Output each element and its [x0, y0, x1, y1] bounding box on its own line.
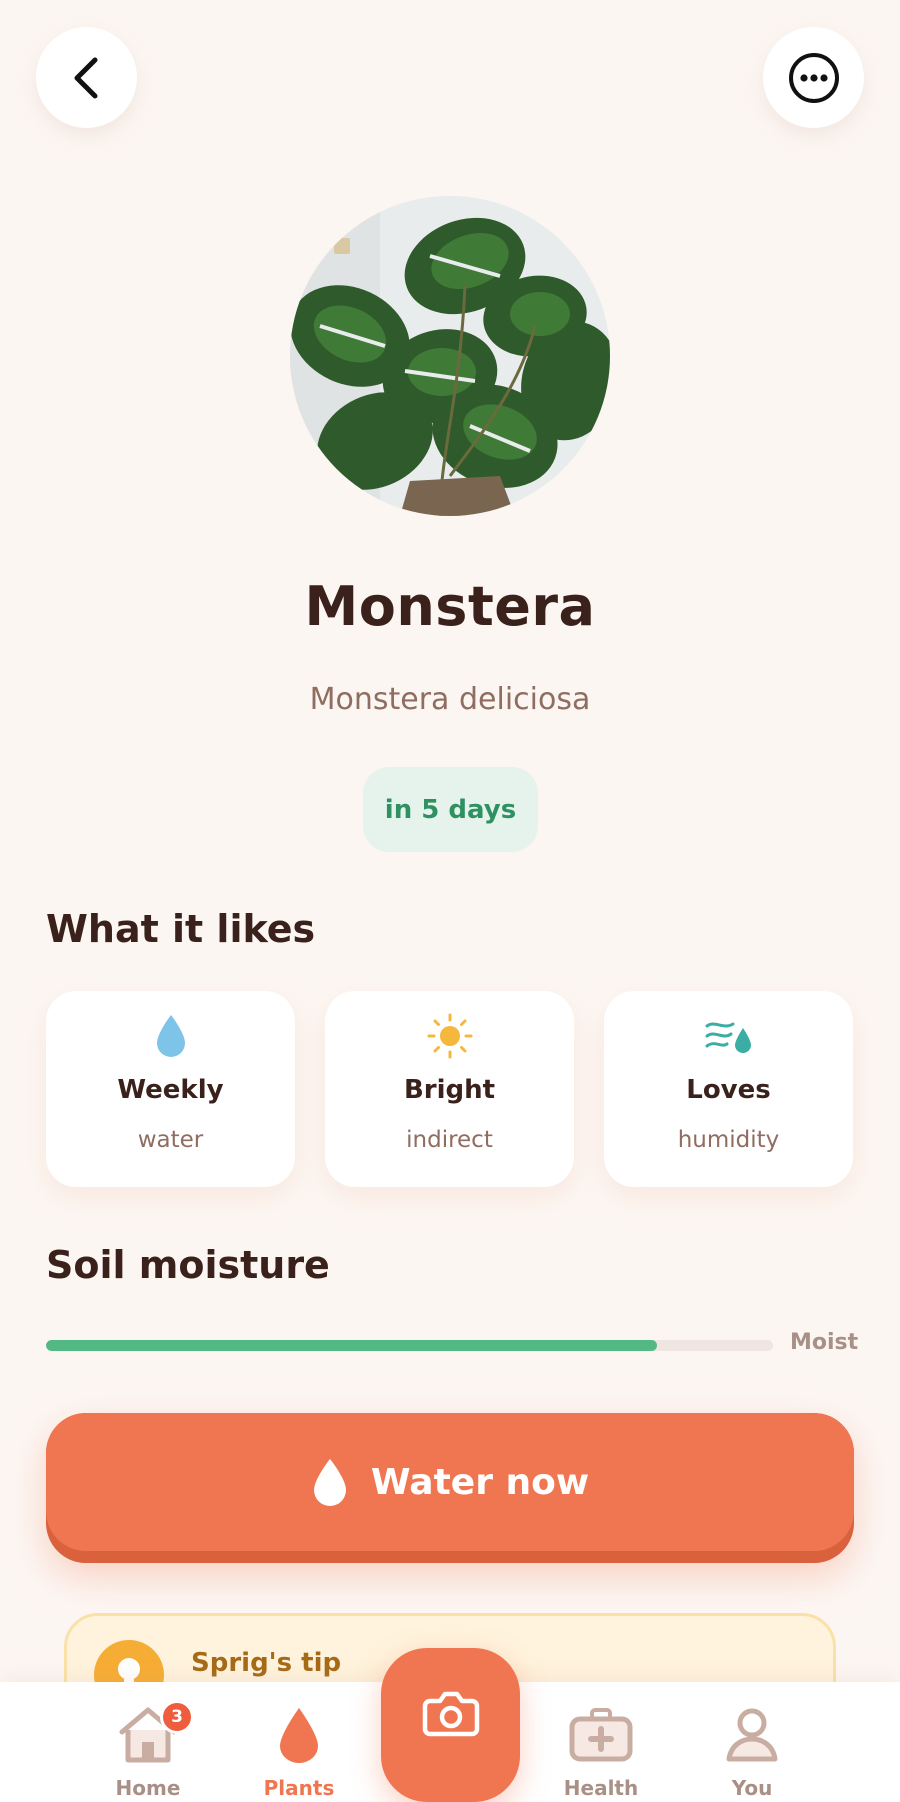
nav-plants[interactable]: Plants: [224, 1682, 374, 1802]
plant-photo: [290, 196, 610, 516]
likes-heading: What it likes: [46, 907, 316, 951]
nav-label: Plants: [263, 1776, 335, 1800]
care-card-humidity: Loves humidity: [604, 991, 853, 1187]
water-now-label: Water now: [370, 1461, 590, 1503]
care-card-water: Weekly water: [46, 991, 295, 1187]
sun-icon: [427, 1013, 472, 1059]
care-card-light: Bright indirect: [325, 991, 574, 1187]
camera-button[interactable]: [381, 1648, 520, 1802]
nav-you[interactable]: You: [677, 1682, 827, 1802]
care-card-title: Weekly: [117, 1075, 224, 1105]
care-card-subtitle: indirect: [406, 1127, 493, 1153]
soil-moisture-fill: [46, 1340, 657, 1351]
nav-health[interactable]: Health: [526, 1682, 676, 1802]
care-card-subtitle: humidity: [677, 1127, 780, 1153]
plant-scientific-name: Monstera deliciosa: [309, 682, 591, 717]
chevron-left-icon: [74, 57, 97, 98]
notification-badge: 3: [160, 1700, 194, 1734]
water-now-button[interactable]: Water now: [46, 1413, 854, 1563]
water-drop-icon: [156, 1015, 185, 1057]
care-card-title: Bright: [403, 1075, 496, 1105]
soil-heading: Soil moisture: [46, 1243, 330, 1287]
user-icon: [726, 1708, 778, 1762]
plant-drop-icon: [280, 1708, 318, 1763]
next-watering-badge: in 5 days: [363, 767, 538, 852]
nav-label: You: [731, 1776, 773, 1800]
soil-moisture-bar: [46, 1340, 773, 1351]
more-horizontal-icon: [788, 52, 839, 103]
tip-title: Sprig's tip: [191, 1648, 342, 1678]
plant-name: Monstera: [304, 575, 596, 638]
humidity-icon: [705, 1022, 751, 1053]
water-drop-icon: [313, 1459, 346, 1506]
nav-label: Health: [563, 1776, 639, 1800]
back-button[interactable]: [36, 27, 137, 128]
camera-icon: [422, 1691, 479, 1737]
care-card-subtitle: water: [137, 1127, 204, 1153]
care-card-title: Loves: [686, 1075, 771, 1105]
nav-label: Home: [115, 1776, 181, 1800]
care-requirements: Weekly water Bright indirect Loves humid…: [46, 991, 854, 1187]
nav-home[interactable]: 3 Home: [73, 1682, 223, 1802]
first-aid-kit-icon: [569, 1708, 633, 1762]
soil-moisture-label: Moist: [790, 1330, 859, 1355]
more-options-button[interactable]: [763, 27, 864, 128]
